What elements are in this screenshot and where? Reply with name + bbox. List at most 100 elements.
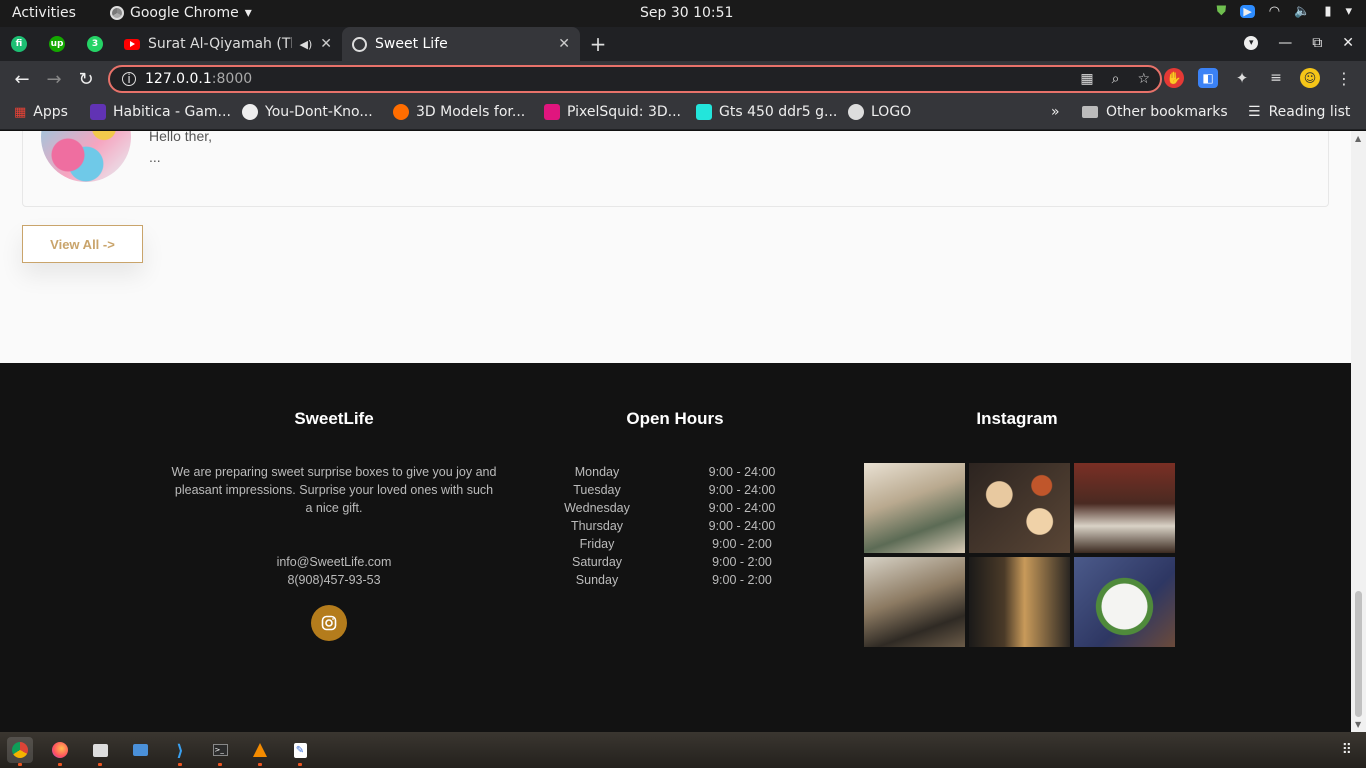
bookmark-label: PixelSquid: 3D... <box>567 104 682 120</box>
dock-chrome[interactable] <box>7 737 33 766</box>
back-button[interactable]: ← <box>6 69 38 90</box>
media-queue-icon[interactable]: ≡ <box>1266 68 1286 88</box>
dock-screenshot[interactable] <box>127 737 153 763</box>
tab-search-icon[interactable]: ▾ <box>1244 36 1259 50</box>
hours-time: 9:00 - 2:00 <box>712 537 772 551</box>
stop-hand-icon[interactable]: ✋ <box>1164 68 1184 88</box>
running-indicator <box>258 763 262 766</box>
page-scrollbar[interactable]: ▲ ▼ <box>1351 131 1366 732</box>
reading-list-label: Reading list <box>1268 104 1351 120</box>
reload-icon: ↻ <box>78 68 94 90</box>
bookmark-logo[interactable]: LOGO <box>848 104 911 120</box>
bookmark-habitica[interactable]: Habitica - Gam... <box>90 104 231 120</box>
bookmark-label: Gts 450 ddr5 g... <box>719 104 838 120</box>
hours-row: Saturday 9:00 - 2:00 <box>540 553 830 571</box>
scrollbar-thumb[interactable] <box>1355 591 1362 717</box>
fiverr-icon: fi <box>11 36 27 52</box>
other-bookmarks[interactable]: Other bookmarks <box>1082 104 1228 120</box>
bookmark-label: 3D Models for... <box>416 104 526 120</box>
puzzle-icon[interactable]: ✦ <box>1232 68 1252 88</box>
close-icon[interactable]: ✕ <box>558 36 570 52</box>
address-bar[interactable]: i 127.0.0.1:8000 ▦ ⌕ ☆ <box>108 65 1162 93</box>
bookmark-github[interactable]: You-Dont-Kno... <box>242 104 373 120</box>
bookmark-3d-models[interactable]: 3D Models for... <box>393 104 525 120</box>
avatar[interactable]: ☺ <box>1300 68 1320 88</box>
instagram-photo-food-table[interactable] <box>969 463 1070 553</box>
app-menu[interactable]: Google Chrome ▾ <box>110 5 252 21</box>
pinned-tab-fiverr[interactable]: fi <box>0 27 38 61</box>
omnibox-actions: ▦ ⌕ ☆ <box>1080 71 1150 87</box>
window-resizer-icon[interactable]: ◧ <box>1198 68 1218 88</box>
close-icon[interactable]: ✕ <box>320 36 332 52</box>
hours-time: 9:00 - 24:00 <box>708 483 776 497</box>
minimize-icon[interactable]: — <box>1278 35 1292 51</box>
instagram-photo-wine-glasses[interactable] <box>969 557 1070 647</box>
review-card: Hello ther, ... <box>22 131 1329 207</box>
dock-text-editor[interactable]: ✎ <box>287 737 313 766</box>
hours-time: 9:00 - 24:00 <box>708 501 776 515</box>
bookmark-label: Apps <box>33 104 68 120</box>
scroll-down-icon[interactable]: ▼ <box>1355 720 1361 729</box>
instagram-button[interactable] <box>311 605 347 641</box>
instagram-photo-cafe-interior[interactable] <box>864 463 965 553</box>
dock-files[interactable] <box>87 737 113 766</box>
hours-day: Tuesday <box>573 483 621 497</box>
tab-title: Sweet Life <box>375 36 448 52</box>
menu-icon[interactable]: ⋮ <box>1334 68 1354 88</box>
upwork-icon: up <box>49 36 65 52</box>
extensions-area: ✋ ◧ ✦ ≡ ☺ ⋮ <box>1164 68 1354 88</box>
show-applications-icon[interactable]: ⠿ <box>1342 742 1352 758</box>
bookmark-gts[interactable]: Gts 450 ddr5 g... <box>696 104 837 120</box>
star-icon[interactable]: ☆ <box>1137 71 1150 87</box>
whatsapp-icon: 3 <box>87 36 103 52</box>
pinned-tab-whatsapp[interactable]: 3 <box>76 27 114 61</box>
info-icon[interactable]: i <box>122 72 136 86</box>
instagram-photo-barista[interactable] <box>864 557 965 647</box>
close-window-icon[interactable]: ✕ <box>1342 35 1354 51</box>
reload-button[interactable]: ↻ <box>70 69 102 90</box>
footer-hours-title: Open Hours <box>626 409 724 428</box>
shield-icon: ⛊ <box>1216 4 1227 19</box>
bookmarks-overflow[interactable]: » <box>1051 104 1060 120</box>
bookmark-apps[interactable]: ▦ Apps <box>14 104 68 120</box>
instagram-gallery <box>864 463 1176 647</box>
new-tab-button[interactable]: + <box>580 27 616 61</box>
footer-phone[interactable]: 8(908)457-93-53 <box>170 571 498 589</box>
footer-instagram-title: Instagram <box>976 409 1058 428</box>
dock-vlc[interactable] <box>247 737 273 766</box>
pinned-tab-upwork[interactable]: up <box>38 27 76 61</box>
scroll-up-icon[interactable]: ▲ <box>1355 134 1361 143</box>
system-tray[interactable]: ⛊ ▶ ◠ 🔈 ▮ ▾ <box>1217 4 1352 19</box>
activities-button[interactable]: Activities <box>12 5 76 21</box>
dock-vscode[interactable]: ⟩ <box>167 737 193 766</box>
zoom-icon[interactable]: ⌕ <box>1112 71 1120 87</box>
tab-youtube[interactable]: Surat Al-Qiyamah (The ◀) ✕ <box>114 27 342 61</box>
footer-email[interactable]: info@SweetLife.com <box>170 553 498 571</box>
instagram-photo-dining-room[interactable] <box>1074 463 1175 553</box>
vscode-icon: ⟩ <box>176 740 184 760</box>
maximize-icon[interactable]: ⧉ <box>1312 35 1322 51</box>
dock-terminal[interactable]: >_ <box>207 737 233 766</box>
dock-firefox[interactable] <box>47 737 73 766</box>
audio-playing-icon[interactable]: ◀) <box>300 38 313 51</box>
instagram-photo-salad-plate[interactable] <box>1074 557 1175 647</box>
tab-sweet-life[interactable]: Sweet Life ✕ <box>342 27 580 61</box>
bookmark-label: You-Dont-Kno... <box>265 104 373 120</box>
hours-time: 9:00 - 24:00 <box>708 465 776 479</box>
hours-day: Monday <box>574 465 620 479</box>
review-greeting: Hello ther, <box>149 131 213 144</box>
chrome-icon <box>12 742 28 758</box>
page-viewport: Hello ther, ... View All -> SweetLife We… <box>0 131 1351 732</box>
hours-day: Friday <box>579 537 615 551</box>
reading-list[interactable]: ☰ Reading list <box>1248 104 1350 120</box>
qr-code-icon[interactable]: ▦ <box>1080 71 1093 87</box>
view-all-button[interactable]: View All -> <box>22 225 143 263</box>
bookmark-pixelsquid[interactable]: PixelSquid: 3D... <box>544 104 681 120</box>
footer-about-text: We are preparing sweet surprise boxes to… <box>171 465 497 515</box>
clock[interactable]: Sep 30 10:51 <box>640 5 733 21</box>
forward-button[interactable]: → <box>38 69 70 90</box>
caret-down-icon: ▾ <box>1345 4 1352 19</box>
other-bookmarks-label: Other bookmarks <box>1106 104 1228 120</box>
running-indicator <box>178 763 182 766</box>
hours-row: Wednesday 9:00 - 24:00 <box>540 499 830 517</box>
